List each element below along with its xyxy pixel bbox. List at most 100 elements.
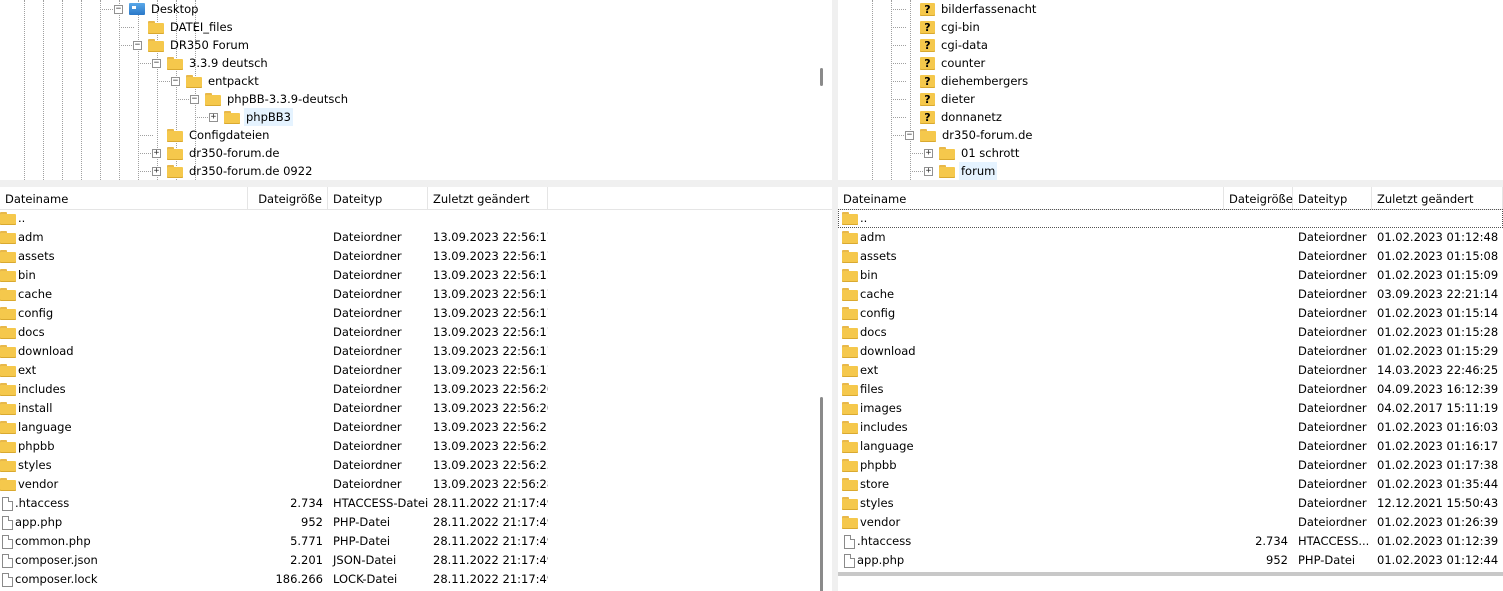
folder-row[interactable]: phpbb Dateiordner 01.02.2023 01:17:38 bbox=[838, 456, 1503, 475]
tree-item[interactable]: − phpBB-3.3.9-deutsch bbox=[190, 90, 350, 108]
collapse-icon[interactable]: − bbox=[114, 4, 123, 14]
tree-item[interactable]: − 3.3.9 deutsch bbox=[152, 54, 270, 72]
folder-row[interactable]: ext Dateiordner 13.09.2023 22:56:17 bbox=[0, 361, 832, 380]
tree-item[interactable]: ? donnanetz bbox=[905, 108, 1004, 126]
collapse-icon[interactable]: − bbox=[190, 94, 199, 104]
folder-row[interactable]: .. bbox=[838, 209, 1503, 228]
tree-item[interactable]: + dr350-forum.de 0922 bbox=[152, 162, 314, 180]
col-modified[interactable]: Zuletzt geändert bbox=[1372, 187, 1503, 209]
filetype-cell: Dateiordner bbox=[333, 363, 402, 377]
tree-item[interactable]: − entpackt bbox=[171, 72, 261, 90]
file-row[interactable]: .htaccess 2.734 HTACCESS... 01.02.2023 01:1… bbox=[838, 532, 1503, 551]
modified-cell: 13.09.2023 22:56:17 bbox=[433, 287, 548, 301]
remote-file-list[interactable]: ^ Dateiname Dateigröße Dateityp Zuletzt … bbox=[838, 187, 1503, 591]
tree-item[interactable]: − Desktop bbox=[114, 0, 200, 18]
folder-row[interactable]: config Dateiordner 01.02.2023 01:15:14 bbox=[838, 304, 1503, 323]
folder-row[interactable]: config Dateiordner 13.09.2023 22:56:17 bbox=[0, 304, 832, 323]
folder-row[interactable]: assets Dateiordner 13.09.2023 22:56:17 bbox=[0, 247, 832, 266]
filename-cell: composer.json bbox=[0, 551, 248, 570]
folder-row[interactable]: store Dateiordner 01.02.2023 01:35:44 bbox=[838, 475, 1503, 494]
tree-item[interactable]: ? dieter bbox=[905, 90, 977, 108]
tree-item[interactable]: ? cgi-bin bbox=[905, 18, 982, 36]
folder-row[interactable]: phpbb Dateiordner 13.09.2023 22:56:23 bbox=[0, 437, 832, 456]
folder-row[interactable]: download Dateiordner 01.02.2023 01:15:29 bbox=[838, 342, 1503, 361]
tree-item[interactable]: ? diehembergers bbox=[905, 72, 1030, 90]
file-row[interactable]: composer.json 2.201 JSON-Datei 28.11.2022 2… bbox=[0, 551, 832, 570]
modified-cell: 01.02.2023 01:16:17 bbox=[1377, 439, 1499, 453]
tree-item[interactable]: DATEI_files bbox=[133, 18, 235, 36]
tree-item[interactable]: + phpBB3 bbox=[209, 108, 293, 126]
collapse-icon[interactable]: − bbox=[133, 40, 142, 50]
folder-row[interactable]: language Dateiordner 13.09.2023 22:56:21 bbox=[0, 418, 832, 437]
tree-item[interactable]: ? cgi-data bbox=[905, 36, 990, 54]
remote-list-hscrollbar[interactable] bbox=[838, 572, 1503, 576]
folder-row[interactable]: cache Dateiordner 03.09.2023 22:21:14 bbox=[838, 285, 1503, 304]
folder-row[interactable]: files Dateiordner 04.09.2023 16:12:39 bbox=[838, 380, 1503, 399]
folder-row[interactable]: download Dateiordner 13.09.2023 22:56:17 bbox=[0, 342, 832, 361]
file-row[interactable]: app.php 952 PHP-Datei 01.02.2023 01:12:44 bbox=[838, 551, 1503, 570]
folder-row[interactable]: images Dateiordner 04.02.2017 15:11:19 bbox=[838, 399, 1503, 418]
tree-item[interactable]: +01 schrott bbox=[924, 144, 1021, 162]
tree-item[interactable]: − DR350 Forum bbox=[133, 36, 251, 54]
folder-row[interactable]: assets Dateiordner 01.02.2023 01:15:08 bbox=[838, 247, 1503, 266]
expand-icon[interactable]: + bbox=[152, 148, 161, 158]
folder-row[interactable]: ext Dateiordner 14.03.2023 22:46:25 bbox=[838, 361, 1503, 380]
filetype-cell: Dateiordner bbox=[333, 477, 402, 491]
folder-row[interactable]: vendor Dateiordner 01.02.2023 01:26:39 bbox=[838, 513, 1503, 532]
local-file-list[interactable]: ^ Dateiname Dateigröße Dateityp Zuletzt … bbox=[0, 187, 832, 591]
tree-item[interactable]: ? bilderfassenacht bbox=[905, 0, 1038, 18]
collapse-icon[interactable]: − bbox=[152, 58, 161, 68]
col-filetype[interactable]: Dateityp bbox=[1293, 187, 1372, 209]
folder-row[interactable]: includes Dateiordner 01.02.2023 01:16:03 bbox=[838, 418, 1503, 437]
folder-row[interactable]: styles Dateiordner 13.09.2023 22:56:23 bbox=[0, 456, 832, 475]
file-row[interactable]: .htaccess 2.734 HTACCESS-Datei 28.11.2022 2… bbox=[0, 494, 832, 513]
expand-icon[interactable]: + bbox=[924, 166, 933, 176]
modified-cell: 01.02.2023 01:17:38 bbox=[1377, 458, 1499, 472]
col-filename[interactable]: Dateiname bbox=[0, 187, 248, 209]
folder-icon bbox=[0, 459, 16, 472]
folder-row[interactable]: styles Dateiordner 12.12.2021 15:50:43 bbox=[838, 494, 1503, 513]
filename-cell: adm bbox=[842, 228, 1224, 247]
file-row[interactable]: common.php 5.771 PHP-Datei 28.11.2022 21:17… bbox=[0, 532, 832, 551]
tree-item[interactable]: ? counter bbox=[905, 54, 987, 72]
expand-icon[interactable]: + bbox=[924, 148, 933, 158]
col-filesize[interactable]: Dateigröße bbox=[248, 187, 328, 209]
filename-cell: config bbox=[842, 304, 1224, 323]
collapse-icon[interactable]: − bbox=[905, 130, 914, 140]
filename-text: adm bbox=[18, 230, 44, 244]
tree-item[interactable]: + dr350-forum.de bbox=[152, 144, 281, 162]
folder-row[interactable]: docs Dateiordner 01.02.2023 01:15:28 bbox=[838, 323, 1503, 342]
file-row[interactable]: app.php 952 PHP-Datei 28.11.2022 21:17:49 bbox=[0, 513, 832, 532]
local-directory-tree[interactable]: − Desktop DATEI_files − DR350 Forum −3.3.9 de… bbox=[0, 0, 832, 180]
expand-icon[interactable]: + bbox=[209, 112, 218, 122]
folder-row[interactable]: adm Dateiordner 01.02.2023 01:12:48 bbox=[838, 228, 1503, 247]
filetype-cell: PHP-Datei bbox=[333, 534, 391, 548]
col-filetype[interactable]: Dateityp bbox=[328, 187, 428, 209]
folder-row[interactable]: vendor Dateiordner 13.09.2023 22:56:28 bbox=[0, 475, 832, 494]
local-list-scrollbar[interactable] bbox=[820, 397, 823, 591]
filename-text: bin bbox=[18, 268, 36, 282]
col-filename[interactable]: Dateiname bbox=[838, 187, 1224, 209]
folder-row[interactable]: docs Dateiordner 13.09.2023 22:56:17 bbox=[0, 323, 832, 342]
col-filesize[interactable]: Dateigröße bbox=[1224, 187, 1293, 209]
local-tree-scrollbar[interactable] bbox=[820, 68, 823, 86]
folder-row[interactable]: bin Dateiordner 13.09.2023 22:56:17 bbox=[0, 266, 832, 285]
remote-directory-tree[interactable]: ? bilderfassenacht? cgi-bin? cgi-data? count… bbox=[838, 0, 1503, 180]
tree-item[interactable]: + forum bbox=[924, 162, 998, 180]
filename-text: language bbox=[860, 439, 914, 453]
folder-row[interactable]: adm Dateiordner 13.09.2023 22:56:17 bbox=[0, 228, 832, 247]
folder-row[interactable]: .. bbox=[0, 209, 832, 228]
tree-item[interactable]: − dr350-forum.de bbox=[905, 126, 1034, 144]
folder-row[interactable]: bin Dateiordner 01.02.2023 01:15:09 bbox=[838, 266, 1503, 285]
col-modified[interactable]: Zuletzt geändert bbox=[428, 187, 548, 209]
folder-row[interactable]: install Dateiordner 13.09.2023 22:56:20 bbox=[0, 399, 832, 418]
folder-row[interactable]: includes Dateiordner 13.09.2023 22:56:20 bbox=[0, 380, 832, 399]
expand-icon[interactable]: + bbox=[152, 166, 161, 176]
tree-item[interactable]: Configdateien bbox=[152, 126, 271, 144]
file-row[interactable]: composer.lock 186.266 LOCK-Datei 28.11.2022… bbox=[0, 570, 832, 589]
collapse-icon[interactable]: − bbox=[171, 76, 180, 86]
folder-row[interactable]: language Dateiordner 01.02.2023 01:16:17 bbox=[838, 437, 1503, 456]
filename-cell: phpbb bbox=[842, 456, 1224, 475]
folder-row[interactable]: cache Dateiordner 13.09.2023 22:56:17 bbox=[0, 285, 832, 304]
